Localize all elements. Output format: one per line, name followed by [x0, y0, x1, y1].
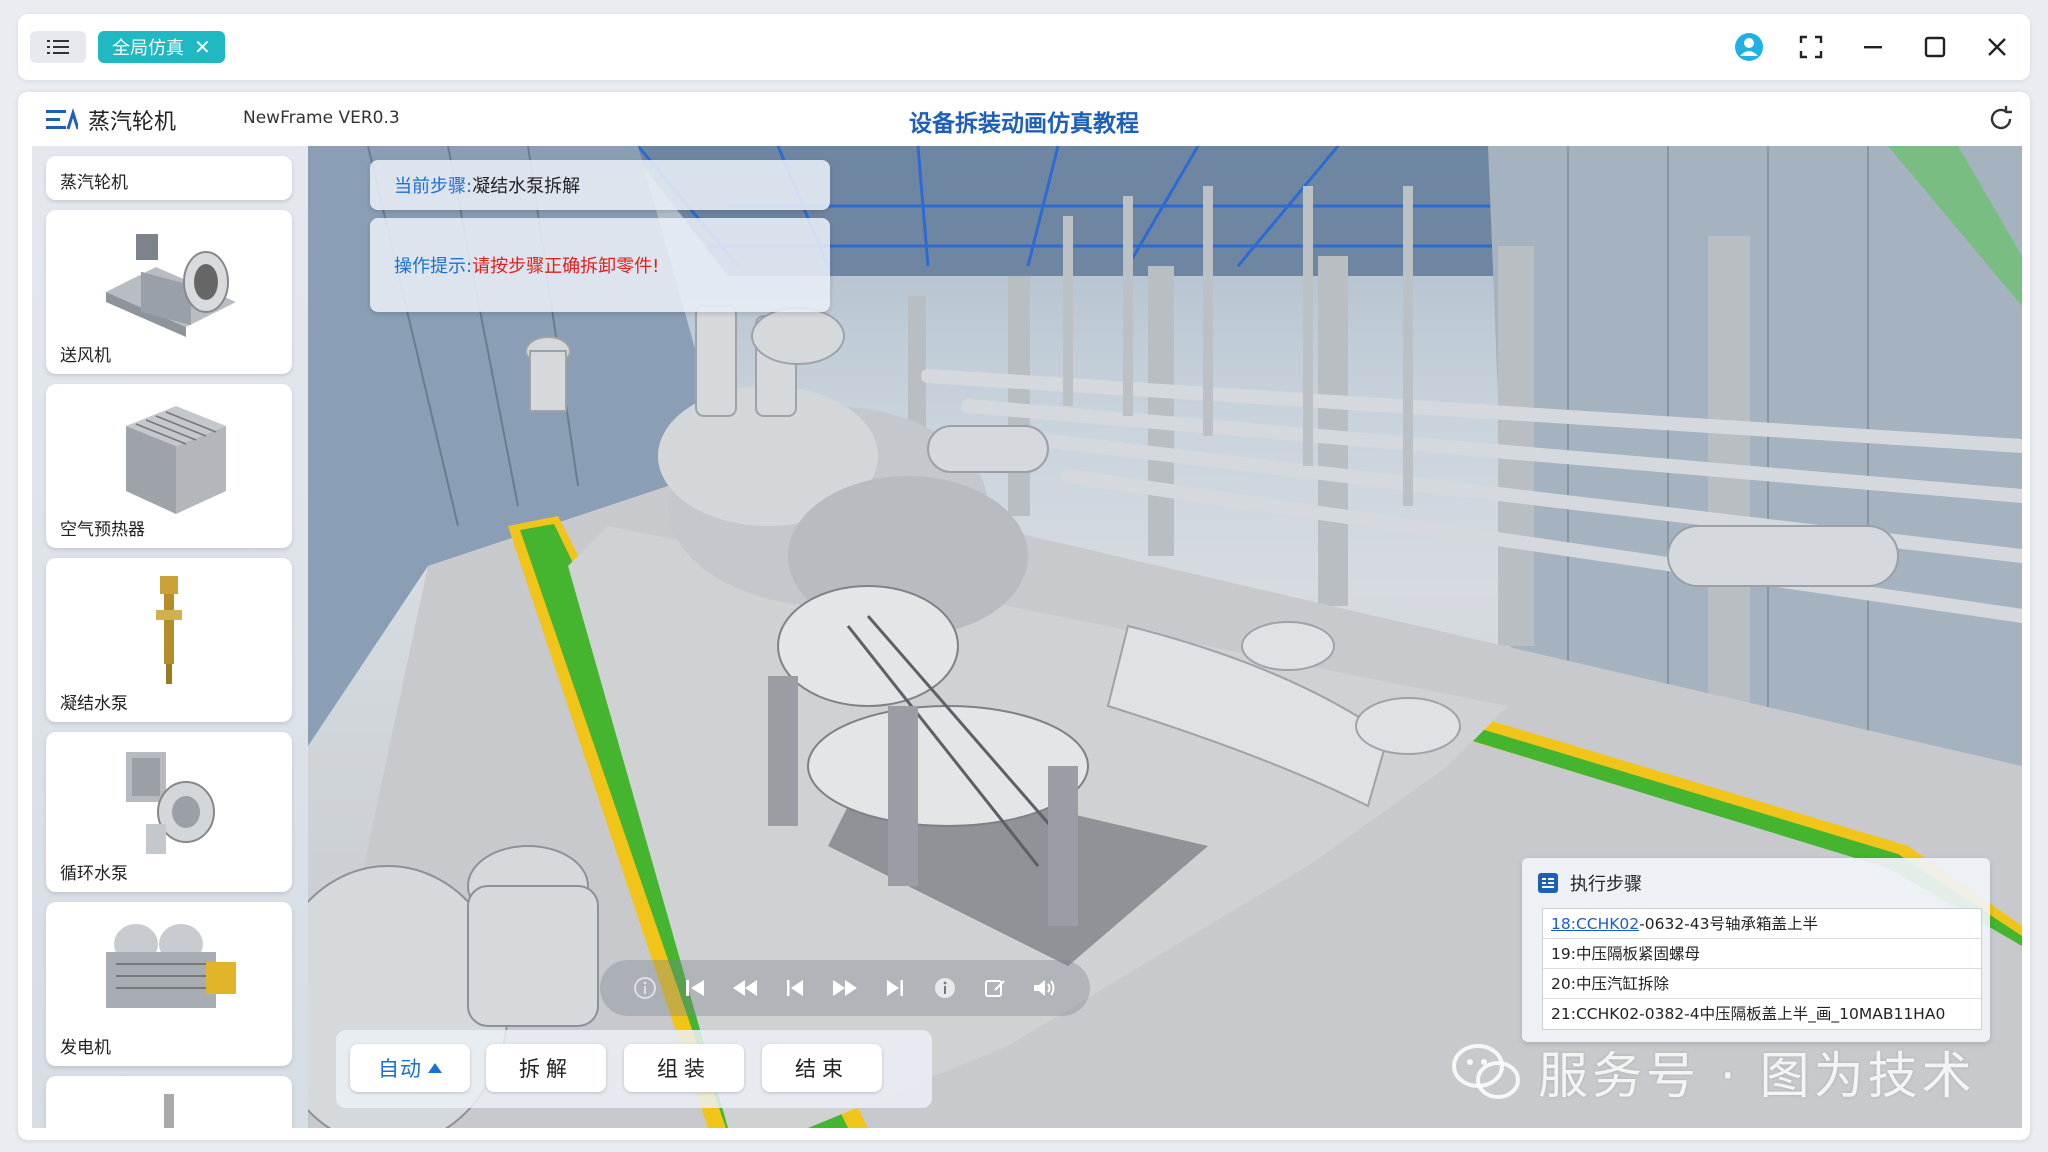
- playback-controls: [600, 960, 1090, 1016]
- disassemble-button[interactable]: 拆解: [486, 1044, 606, 1092]
- volume-icon[interactable]: [1029, 972, 1061, 1004]
- previous-step-icon[interactable]: [779, 972, 811, 1004]
- sidebar-item-steam-turbine[interactable]: 蒸汽轮机: [46, 156, 292, 200]
- current-step-value: 凝结水泵拆解: [472, 176, 581, 197]
- sidebar-item-label: 循环水泵: [60, 864, 128, 884]
- info-icon[interactable]: [629, 972, 661, 1004]
- step-text: 20:中压汽缸拆除: [1551, 975, 1669, 993]
- sidebar-item-label: 发电机: [60, 1038, 111, 1058]
- maximize-icon[interactable]: [1916, 28, 1954, 66]
- sidebar-item-condensate-pump[interactable]: 凝结水泵: [46, 558, 292, 722]
- equipment-thumbnail: [164, 1094, 174, 1128]
- current-step-panel: 当前步骤: 凝结水泵拆解: [370, 160, 830, 210]
- operation-hint-panel: 操作提示: 请按步骤正确拆卸零件!: [370, 218, 830, 312]
- execution-steps-panel: 执行步骤 18:CCHK02-0632-43号轴承箱盖上半 19:中压隔板紧固螺…: [1522, 858, 1990, 1042]
- generator-thumbnail: [106, 924, 236, 1008]
- step-row[interactable]: 18:CCHK02-0632-43号轴承箱盖上半: [1543, 909, 1981, 939]
- page-title: 设备拆装动画仿真教程: [909, 111, 1139, 137]
- operation-hint-value: 请按步骤正确拆卸零件!: [472, 256, 660, 277]
- sidebar-item-label: 送风机: [60, 346, 111, 366]
- user-avatar-icon[interactable]: [1730, 28, 1768, 66]
- menu-button[interactable]: [30, 31, 86, 63]
- finish-button[interactable]: 结束: [762, 1044, 882, 1092]
- window-titlebar: 全局仿真 ✕: [18, 14, 2030, 80]
- step-text: 21:CCHK02-0382-4中压隔板盖上半_画_10MAB11HA0: [1551, 1005, 1946, 1023]
- step-text: -0632-43号轴承箱盖上半: [1639, 915, 1818, 933]
- auto-mode-button[interactable]: 自动: [350, 1044, 470, 1092]
- minimize-icon[interactable]: [1854, 28, 1892, 66]
- fullscreen-icon[interactable]: [1792, 28, 1830, 66]
- tab-global-simulation[interactable]: 全局仿真 ✕: [98, 31, 225, 63]
- auto-label: 自动: [378, 1057, 422, 1081]
- list-icon: [47, 40, 69, 54]
- condensate-pump-thumbnail: [156, 576, 182, 684]
- rewind-icon[interactable]: [729, 972, 761, 1004]
- action-bar: 自动 拆解 组装 结束: [336, 1030, 932, 1108]
- close-window-icon[interactable]: [1978, 28, 2016, 66]
- steps-list: 18:CCHK02-0632-43号轴承箱盖上半 19:中压隔板紧固螺母 20:…: [1542, 908, 1982, 1030]
- sidebar-item-air-preheater[interactable]: 空气预热器: [46, 384, 292, 548]
- close-tab-icon[interactable]: ✕: [194, 35, 211, 59]
- current-step-label: 当前步骤:: [394, 176, 473, 197]
- caret-up-icon: [428, 1063, 442, 1073]
- fast-forward-icon[interactable]: [829, 972, 861, 1004]
- circulating-pump-thumbnail: [126, 752, 215, 854]
- sidebar-item-generator[interactable]: 发电机: [46, 902, 292, 1066]
- steps-title: 执行步骤: [1570, 874, 1642, 895]
- sidebar-item-fan[interactable]: 送风机: [46, 210, 292, 374]
- sidebar-item-label: 蒸汽轮机: [60, 173, 128, 193]
- app-header: 蒸汽轮机 NewFrame VER0.3 设备拆装动画仿真教程: [18, 92, 2030, 146]
- step-row[interactable]: 19:中压隔板紧固螺母: [1543, 939, 1981, 969]
- sidebar-item-label: 凝结水泵: [60, 694, 128, 714]
- step-row[interactable]: 20:中压汽缸拆除: [1543, 969, 1981, 999]
- step-row[interactable]: 21:CCHK02-0382-4中压隔板盖上半_画_10MAB11HA0: [1543, 999, 1981, 1029]
- tab-label: 全局仿真: [112, 38, 184, 59]
- assemble-button[interactable]: 组装: [624, 1044, 744, 1092]
- sidebar-item-more[interactable]: [46, 1076, 292, 1128]
- operation-hint-label: 操作提示:: [394, 256, 473, 277]
- step-link[interactable]: 18:CCHK02: [1551, 915, 1639, 933]
- steps-list-icon: [1538, 873, 1558, 893]
- next-step-icon[interactable]: [879, 972, 911, 1004]
- skip-to-start-icon[interactable]: [679, 972, 711, 1004]
- simulation-viewport[interactable]: 当前步骤: 凝结水泵拆解 操作提示: 请按步骤正确拆卸零件! 执行步骤 18:C…: [308, 146, 2022, 1128]
- air-preheater-thumbnail: [126, 406, 226, 514]
- watermark-text: 服务号 · 图为技术: [1538, 1047, 1976, 1105]
- watermark: 服务号 · 图为技术: [1452, 1036, 1976, 1108]
- sidebar-item-circulating-pump[interactable]: 循环水泵: [46, 732, 292, 892]
- step-text: 19:中压隔板紧固螺母: [1551, 945, 1700, 963]
- sidebar-item-label: 空气预热器: [60, 520, 145, 540]
- refresh-icon[interactable]: [1986, 104, 2016, 134]
- edit-icon[interactable]: [979, 972, 1011, 1004]
- details-icon[interactable]: [929, 972, 961, 1004]
- wechat-icon: [1452, 1044, 1520, 1099]
- equipment-sidebar: 蒸汽轮机 送风机 空气预热器 凝结水泵 循环水泵 发电机: [32, 146, 308, 1128]
- fan-thumbnail: [106, 234, 236, 337]
- main-frame: 蒸汽轮机 NewFrame VER0.3 设备拆装动画仿真教程 蒸汽轮机 送风机: [18, 92, 2030, 1140]
